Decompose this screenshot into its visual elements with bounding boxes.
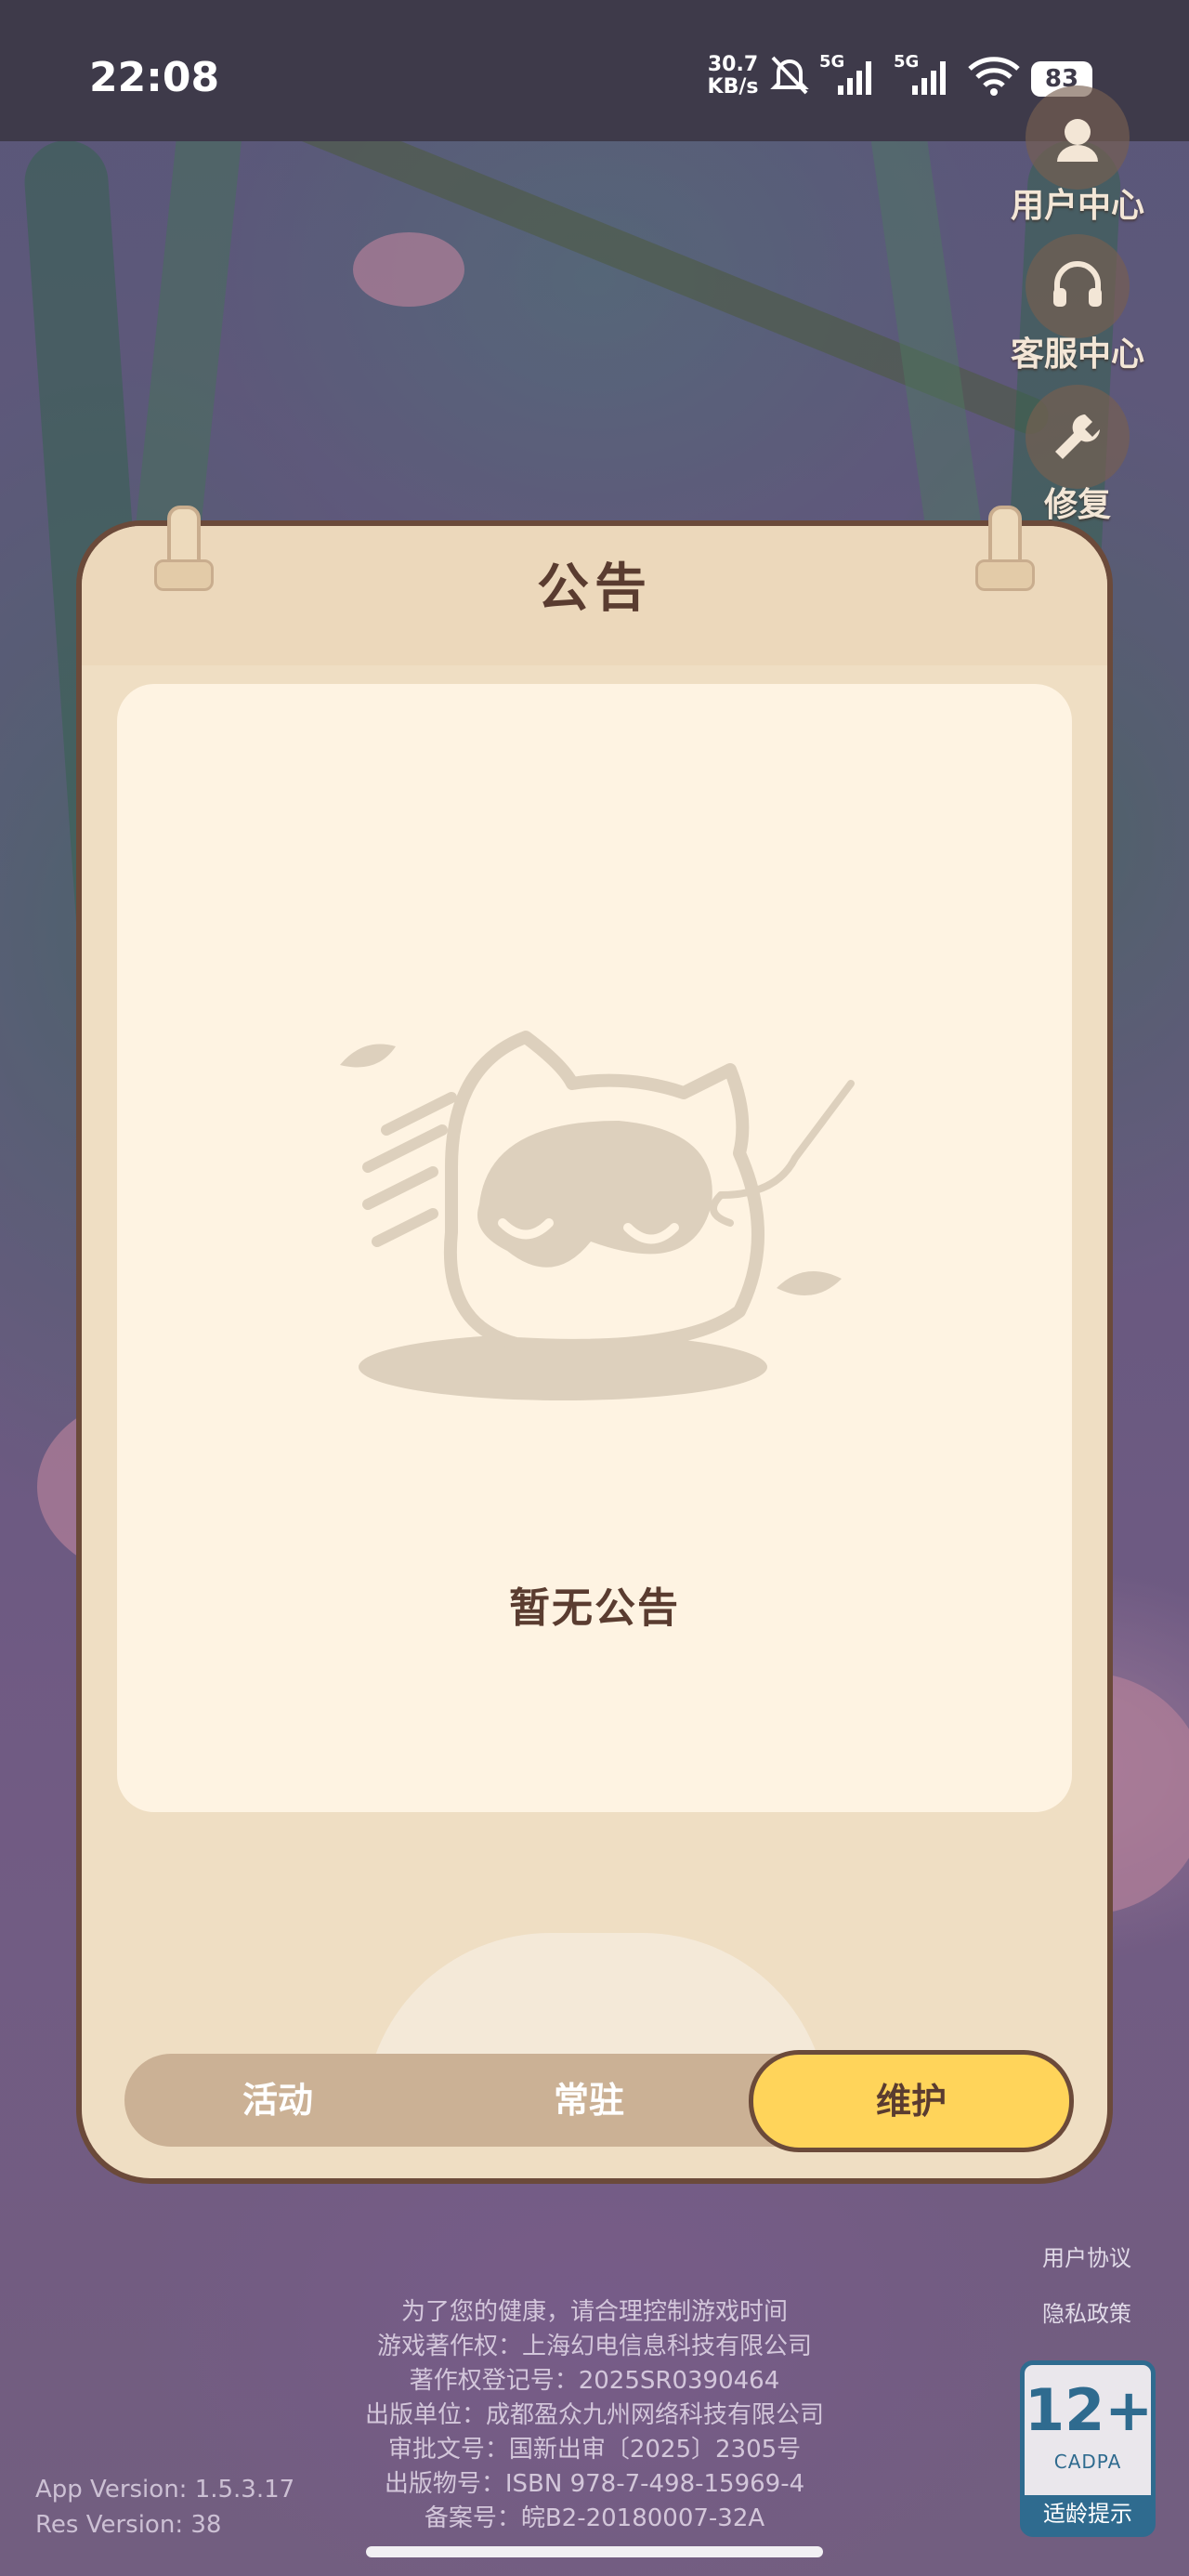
legal-info: 为了您的健康，请合理控制游戏时间 游戏著作权：上海幻电信息科技有限公司 著作权登… xyxy=(269,2295,920,2536)
age-rating-tip: 适龄提示 xyxy=(1025,2495,1151,2532)
empty-notice-text: 暂无公告 xyxy=(509,1584,680,1632)
status-time: 22:08 xyxy=(89,54,220,101)
wrench-icon xyxy=(1026,385,1130,489)
repair-button[interactable]: 修复 xyxy=(1003,385,1152,526)
signal-icon: 5G xyxy=(817,50,884,102)
user-icon xyxy=(1026,85,1130,190)
legal-line: 出版单位：成都盈众九州网络科技有限公司 xyxy=(364,2401,824,2429)
user-center-label: 用户中心 xyxy=(1010,187,1144,225)
age-rating-org: CADPA xyxy=(1053,2451,1122,2473)
privacy-policy-link[interactable]: 隐私政策 xyxy=(1022,2286,1152,2342)
tab-permanent[interactable]: 常驻 xyxy=(431,2054,747,2147)
signal-icon: 5G xyxy=(892,50,959,102)
tab-activity[interactable]: 活动 xyxy=(124,2054,431,2147)
age-rating-number: 12+ xyxy=(1025,2376,1154,2444)
user-center-button[interactable]: 用户中心 xyxy=(1003,85,1152,227)
customer-service-button[interactable]: 客服中心 xyxy=(1003,234,1152,375)
legal-line: 审批文号：国新出审〔2025〕2305号 xyxy=(387,2436,802,2464)
app-version: App Version: 1.5.3.17 xyxy=(35,2476,295,2504)
res-version: Res Version: 38 xyxy=(35,2511,222,2539)
legal-line: 游戏著作权：上海幻电信息科技有限公司 xyxy=(376,2333,812,2360)
signal-label: 5G xyxy=(894,52,919,72)
panel-title: 公告 xyxy=(537,559,652,619)
home-indicator[interactable] xyxy=(366,2546,823,2557)
version-info: App Version: 1.5.3.17 Res Version: 38 xyxy=(35,2472,294,2543)
mute-bell-icon xyxy=(765,50,814,102)
legal-line: 出版物号：ISBN 978-7-498-15969-4 xyxy=(384,2470,805,2498)
user-agreement-link[interactable]: 用户协议 xyxy=(1022,2230,1152,2286)
repair-label: 修复 xyxy=(1043,486,1111,524)
age-rating-badge[interactable]: 12+ CADPA 适龄提示 xyxy=(1020,2360,1156,2537)
legal-line: 备案号：皖B2-20180007-32A xyxy=(424,2504,765,2532)
sleeping-cat-icon xyxy=(340,1031,855,1400)
signal-label: 5G xyxy=(819,52,844,72)
network-speed: 30.7 KB/s xyxy=(707,53,759,99)
legal-line: 为了您的健康，请合理控制游戏时间 xyxy=(400,2298,788,2326)
notice-tab-bar: 活动 常驻 维护 xyxy=(124,2050,1074,2152)
announcement-panel: 公告 暂无公告 活动 常驻 维护 xyxy=(76,506,1113,2184)
customer-service-label: 客服中心 xyxy=(1010,335,1144,374)
footer-links: 用户协议 隐私政策 xyxy=(1022,2230,1152,2342)
legal-line: 著作权登记号：2025SR0390464 xyxy=(409,2367,780,2395)
announcement-content[interactable]: 暂无公告 xyxy=(117,684,1072,1812)
tab-maintenance[interactable]: 维护 xyxy=(749,2050,1074,2152)
headset-icon xyxy=(1026,234,1130,338)
